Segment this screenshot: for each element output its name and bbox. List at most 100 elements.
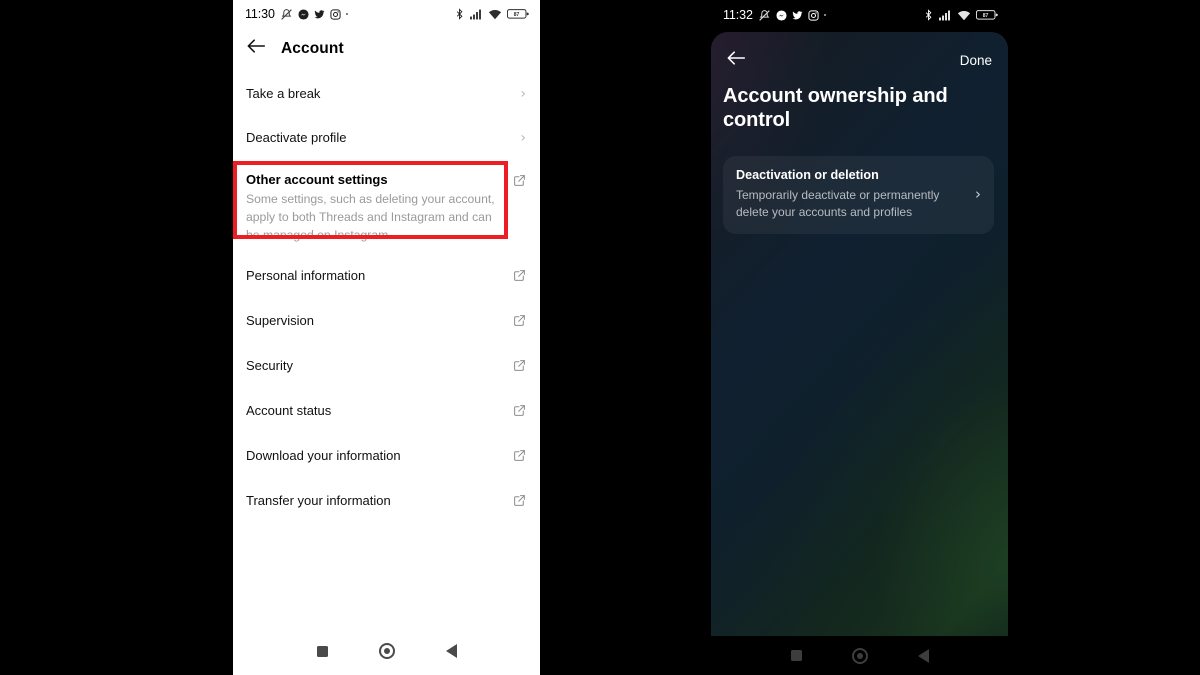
card-text: Deactivation or deletion Temporarily dea… (736, 168, 965, 220)
more-dot-icon (345, 12, 349, 16)
row-accessory: › (520, 130, 526, 145)
list-item-label: Download your information (246, 448, 401, 464)
left-phone-screen: 11:30 87 Account Take a break › Deactiva… (233, 0, 540, 675)
list-item-label: Take a break (246, 86, 321, 101)
screenshot-canvas: 11:30 87 Account Take a break › Deactiva… (0, 0, 1200, 675)
recents-button-icon[interactable] (316, 645, 328, 657)
card-description: Temporarily deactivate or permanently de… (736, 187, 940, 219)
list-item-take-a-break[interactable]: Take a break › (233, 73, 540, 117)
list-item-label: Security (246, 358, 293, 374)
silent-mode-icon (758, 9, 771, 22)
list-item-deactivate-profile[interactable]: Deactivate profile › (233, 117, 540, 161)
chevron-right-icon: › (975, 184, 981, 203)
svg-text:87: 87 (983, 13, 989, 19)
row-text: Other account settings Some settings, su… (246, 172, 513, 245)
page-title: Account (281, 39, 344, 57)
list-item-security[interactable]: Security (233, 345, 540, 391)
row-accessory (513, 448, 526, 467)
sheet-content: Done Account ownership and control Deact… (711, 32, 1008, 234)
external-link-icon (513, 314, 526, 332)
list-item-label: Transfer your information (246, 493, 391, 509)
back-arrow-icon[interactable] (727, 50, 746, 71)
row-accessory (513, 493, 526, 512)
status-bar-right-group: 87 (454, 8, 529, 20)
account-header: Account (233, 28, 540, 73)
list-item-label: Personal information (246, 268, 366, 284)
recents-button-icon[interactable] (791, 650, 802, 661)
left-android-nav-bar (233, 627, 540, 675)
status-bar-left-group: 11:30 (245, 6, 349, 21)
row-accessory (513, 358, 526, 377)
account-ownership-sheet: Done Account ownership and control Deact… (711, 32, 1008, 636)
chevron-right-icon: › (520, 130, 526, 146)
silent-mode-icon (280, 8, 293, 21)
external-link-icon (513, 449, 526, 467)
back-arrow-icon[interactable] (247, 38, 266, 59)
sheet-top-bar: Done (711, 32, 1008, 71)
bluetooth-icon (923, 9, 934, 21)
row-accessory (513, 172, 526, 192)
battery-icon: 87 (976, 9, 998, 21)
wifi-icon (957, 10, 971, 21)
right-phone-screen: 11:32 87 Done Account ownership and cont… (710, 0, 1010, 675)
external-link-icon (513, 269, 526, 287)
list-item-supervision[interactable]: Supervision (233, 300, 540, 346)
back-button-icon[interactable] (445, 644, 457, 658)
external-link-icon (513, 174, 526, 192)
home-button-icon[interactable] (852, 647, 868, 664)
row-text: Take a break (246, 86, 520, 102)
row-accessory (513, 268, 526, 287)
external-link-icon (513, 404, 526, 422)
row-text: Transfer your information (246, 493, 513, 509)
list-item-account-status[interactable]: Account status (233, 390, 540, 436)
row-text: Security (246, 358, 513, 374)
account-settings-list: Take a break › Deactivate profile › Othe… (233, 73, 540, 526)
list-item-label: Other account settings (246, 172, 388, 187)
status-bar-clock: 11:32 (723, 7, 753, 22)
list-item-transfer-your-information[interactable]: Transfer your information (233, 480, 540, 526)
status-bar-right-group: 87 (923, 9, 998, 21)
row-accessory (513, 313, 526, 332)
done-button[interactable]: Done (960, 53, 992, 68)
list-item-deactivation-or-deletion[interactable]: Deactivation or deletion Temporarily dea… (723, 156, 994, 234)
back-button-icon[interactable] (918, 648, 929, 663)
external-link-icon (513, 359, 526, 377)
cellular-signal-icon (470, 9, 483, 20)
list-item-other-account-settings[interactable]: Other account settings Some settings, su… (233, 161, 540, 256)
twitter-icon (792, 10, 803, 21)
chevron-right-icon: › (520, 86, 526, 102)
list-item-label: Account status (246, 403, 332, 419)
instagram-icon (330, 8, 341, 20)
messenger-icon (776, 9, 787, 21)
list-item-label: Deactivate profile (246, 130, 347, 145)
row-text: Supervision (246, 313, 513, 329)
row-accessory (513, 403, 526, 422)
list-item-label: Supervision (246, 313, 314, 329)
wifi-icon (488, 9, 502, 20)
bluetooth-icon (454, 8, 465, 20)
right-status-bar: 11:32 87 (710, 0, 1010, 30)
list-item-download-your-information[interactable]: Download your information (233, 435, 540, 481)
instagram-icon (808, 9, 819, 21)
row-accessory: › (520, 86, 526, 101)
row-text: Account status (246, 403, 513, 419)
row-text: Deactivate profile (246, 130, 520, 146)
right-android-nav-bar (710, 636, 1010, 675)
highlighted-region: Other account settings Some settings, su… (233, 161, 540, 256)
twitter-icon (314, 9, 325, 20)
external-link-icon (513, 494, 526, 512)
row-text: Download your information (246, 448, 513, 464)
home-button-icon[interactable] (378, 643, 395, 659)
card-title: Deactivation or deletion (736, 168, 879, 183)
messenger-icon (298, 8, 309, 20)
status-bar-left-group: 11:32 (723, 7, 827, 22)
status-bar-clock: 11:30 (245, 6, 275, 21)
more-dot-icon (823, 13, 827, 17)
list-item-description: Some settings, such as deleting your acc… (246, 192, 495, 243)
svg-text:87: 87 (514, 12, 520, 18)
list-item-personal-information[interactable]: Personal information (233, 255, 540, 301)
cellular-signal-icon (939, 10, 952, 21)
row-text: Personal information (246, 268, 513, 284)
left-status-bar: 11:30 87 (233, 0, 540, 28)
sheet-title: Account ownership and control (723, 85, 948, 131)
